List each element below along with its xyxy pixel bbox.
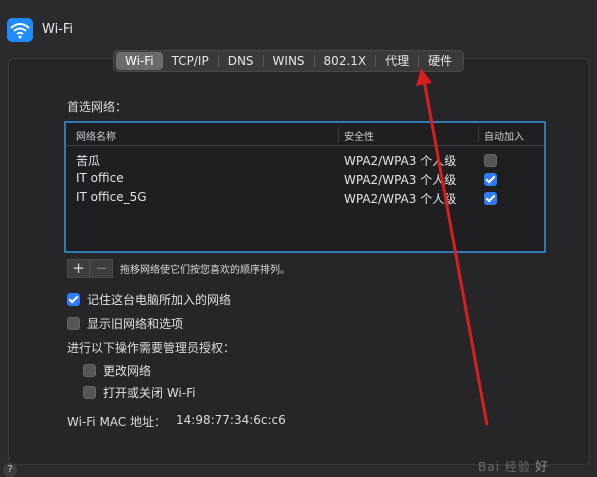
table-row[interactable]: 苦瓜 WPA2/WPA3 个人级 <box>66 150 544 169</box>
table-header: 网络名称 安全性 自动加入 <box>66 123 544 146</box>
network-name: 苦瓜 <box>76 154 101 168</box>
network-name: IT office <box>76 171 124 185</box>
network-name: IT office_5G <box>76 190 147 204</box>
drag-hint: 拖移网络使它们按您喜欢的顺序排列。 <box>120 265 290 276</box>
tab-wifi[interactable]: Wi-Fi <box>116 52 163 70</box>
preferred-networks-table[interactable]: 网络名称 安全性 自动加入 苦瓜 WPA2/WPA3 个人级 IT office… <box>64 121 546 253</box>
tab-proxy[interactable]: 代理 <box>376 52 418 70</box>
change-networks-label: 更改网络 <box>103 364 152 378</box>
network-security: WPA2/WPA3 个人级 <box>344 154 457 168</box>
remember-networks-option[interactable]: 记住这台电脑所加入的网络 <box>67 291 231 308</box>
tab-dns[interactable]: DNS <box>219 52 263 70</box>
tab-hardware[interactable]: 硬件 <box>419 52 461 70</box>
column-divider <box>338 126 339 142</box>
column-header-security[interactable]: 安全性 <box>344 128 374 143</box>
show-legacy-option[interactable]: 显示旧网络和选项 <box>67 315 183 332</box>
preferred-networks-label: 首选网络： <box>67 100 128 114</box>
table-row[interactable]: IT office_5G WPA2/WPA3 个人级 <box>66 188 544 207</box>
remove-network-button[interactable]: − <box>90 259 113 278</box>
column-header-auto-join[interactable]: 自动加入 <box>484 128 524 143</box>
toggle-wifi-label: 打开或关闭 Wi-Fi <box>103 386 196 400</box>
watermark-text: Bai 经验 <box>478 460 531 474</box>
network-security: WPA2/WPA3 个人级 <box>344 192 457 206</box>
tab-tcpip[interactable]: TCP/IP <box>163 52 218 70</box>
tab-wins[interactable]: WINS <box>264 52 314 70</box>
toggle-wifi-checkbox[interactable] <box>83 386 96 399</box>
column-header-name[interactable]: 网络名称 <box>76 128 116 143</box>
tab-bar: Wi-Fi TCP/IP DNS WINS 802.1X 代理 硬件 <box>113 50 465 72</box>
add-remove-controls: + − <box>67 259 113 278</box>
window-title: Wi-Fi <box>42 22 74 37</box>
network-security: WPA2/WPA3 个人级 <box>344 173 457 187</box>
change-networks-checkbox[interactable] <box>83 364 96 377</box>
auto-join-checkbox[interactable] <box>484 173 497 186</box>
show-legacy-label: 显示旧网络和选项 <box>87 317 184 331</box>
remember-networks-checkbox[interactable] <box>67 293 80 306</box>
add-network-button[interactable]: + <box>67 259 90 278</box>
tab-8021x[interactable]: 802.1X <box>315 52 376 70</box>
remember-networks-label: 记住这台电脑所加入的网络 <box>87 293 232 307</box>
table-row[interactable]: IT office WPA2/WPA3 个人级 <box>66 169 544 188</box>
change-networks-option[interactable]: 更改网络 <box>83 362 151 379</box>
auto-join-checkbox[interactable] <box>484 154 497 167</box>
watermark-tail: 好 <box>535 460 549 475</box>
show-legacy-checkbox[interactable] <box>67 317 80 330</box>
wifi-app-icon <box>7 18 33 42</box>
mac-address-label: Wi-Fi MAC 地址： <box>67 415 166 429</box>
title-bar: Wi-Fi <box>0 0 597 44</box>
mac-address-value: 14:98:77:34:6c:c6 <box>176 413 286 427</box>
admin-required-label: 进行以下操作需要管理员授权： <box>67 341 236 355</box>
auto-join-checkbox[interactable] <box>484 192 497 205</box>
help-button[interactable]: ? <box>3 463 17 477</box>
toggle-wifi-option[interactable]: 打开或关闭 Wi-Fi <box>83 384 195 401</box>
column-divider <box>478 126 479 142</box>
